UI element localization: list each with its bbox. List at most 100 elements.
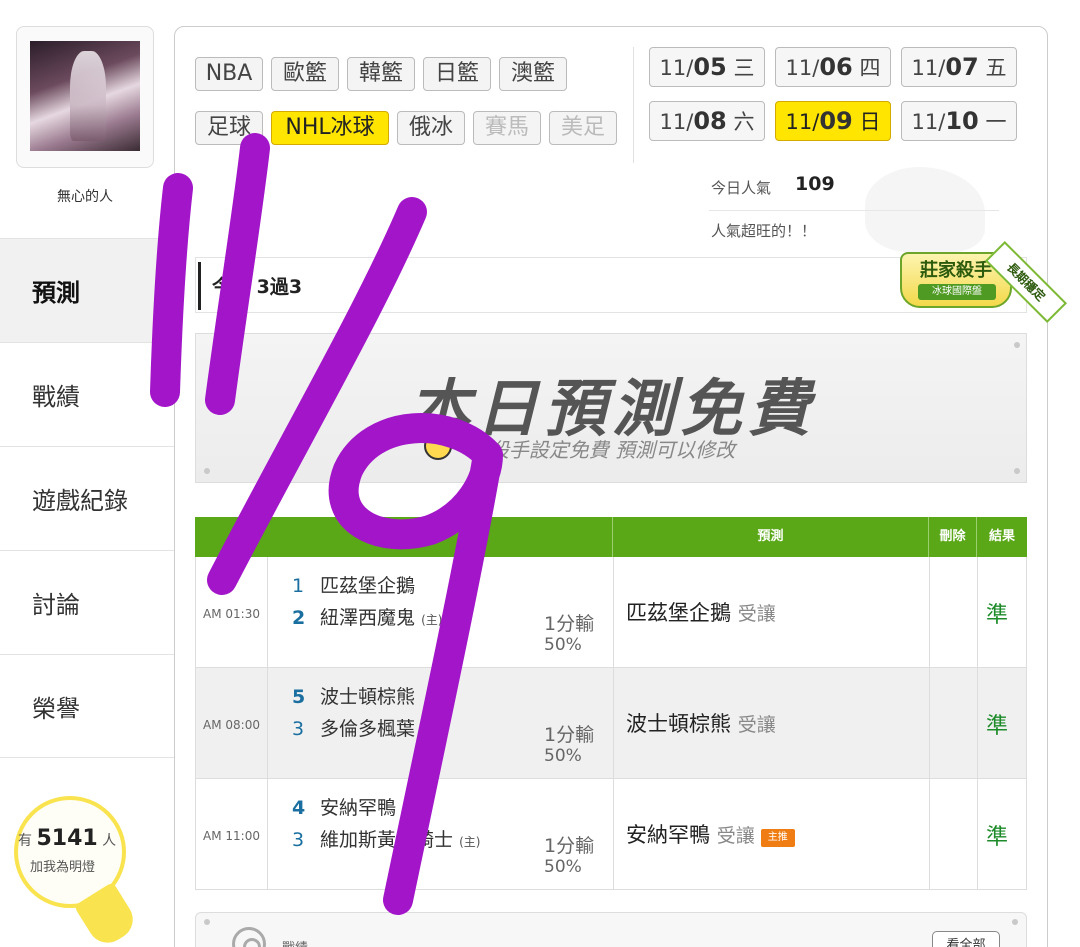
home-rotation: 3	[292, 718, 305, 740]
date-weekday: 五	[985, 56, 1007, 80]
date-day: 10	[945, 107, 979, 135]
tab-american-football[interactable]: 美足	[549, 111, 617, 145]
date-month: 11/	[785, 56, 820, 80]
date-11-05[interactable]: 11/05 三	[649, 47, 765, 87]
target-icon	[232, 927, 266, 947]
time-cell: AM 08:00	[196, 668, 268, 778]
table-row: AM 08:00 5 波士頓棕熊 3 多倫多楓葉 (主) 1分輸 50% 波士頓棕熊…	[195, 668, 1027, 779]
tab-soccer[interactable]: 足球	[195, 111, 263, 145]
delete-cell[interactable]	[930, 779, 978, 889]
date-weekday: 六	[733, 110, 755, 134]
result-value: 準	[986, 714, 1009, 739]
result-value: 準	[986, 825, 1009, 850]
home-rotation: 2	[292, 607, 306, 629]
fans-count: 有 5141 人	[18, 826, 138, 851]
tab-nba[interactable]: NBA	[195, 57, 263, 91]
tab-korea-basketball[interactable]: 韓籃	[347, 57, 415, 91]
home-name: 多倫多楓葉	[320, 718, 416, 740]
rivet-icon	[1014, 342, 1020, 348]
column-result: 結果	[988, 529, 1015, 544]
away-name: 匹茲堡企鵝	[320, 575, 416, 597]
record-marker	[198, 262, 201, 310]
result-cell: 準	[978, 668, 1028, 778]
home-name: 紐澤西魔鬼	[320, 607, 416, 629]
delete-cell[interactable]	[930, 557, 978, 667]
featured-pick-badge: 主推	[760, 829, 795, 847]
result-cell: 準	[978, 557, 1028, 667]
follow-cta[interactable]: 加我為明燈	[30, 856, 95, 875]
date-weekday: 三	[733, 56, 755, 80]
tab-euro-basketball[interactable]: 歐籃	[271, 57, 339, 91]
home-mark: (主)	[421, 613, 443, 627]
see-all-button[interactable]: 看全部	[932, 931, 1000, 947]
date-11-06[interactable]: 11/06 四	[775, 47, 891, 87]
tab-horse-racing[interactable]: 賽馬	[473, 111, 541, 145]
fans-number: 5141	[36, 826, 98, 851]
match-cell: 5 波士頓棕熊 3 多倫多楓葉 (主) 1分輸 50%	[268, 668, 614, 778]
today-record: 今日 3過3	[212, 276, 303, 298]
date-month: 11/	[785, 110, 820, 134]
away-rotation: 1	[292, 575, 305, 597]
odds-percent: 50%	[544, 746, 582, 766]
away-team: 4 安納罕鴨	[292, 793, 396, 820]
prediction: 安納罕鴨 受讓 主推	[626, 819, 795, 849]
record-summary-box: 戰績 看全部	[195, 912, 1027, 947]
sidebar-item-prediction[interactable]: 預測	[0, 238, 175, 342]
date-day: 08	[693, 107, 727, 135]
badge-subtitle: 冰球國際盤	[918, 284, 996, 300]
away-name: 波士頓棕熊	[320, 686, 416, 708]
tab-nhl-hockey[interactable]: NHL冰球	[271, 111, 389, 145]
prediction-table-header: 國際盤賽事 預測 刪除 結果	[195, 517, 1027, 557]
pick-type: 受讓	[737, 603, 776, 625]
avatar-frame[interactable]	[16, 26, 154, 168]
tab-aus-basketball[interactable]: 澳籃	[499, 57, 567, 91]
pick-team: 匹茲堡企鵝	[626, 601, 731, 625]
date-11-07[interactable]: 11/07 五	[901, 47, 1017, 87]
prediction: 波士頓棕熊 受讓	[626, 708, 776, 738]
away-team: 1 匹茲堡企鵝	[292, 571, 415, 598]
prediction-cell: 匹茲堡企鵝 受讓	[614, 557, 930, 667]
match-cell: 1 匹茲堡企鵝 2 紐澤西魔鬼 (主) 1分輸 50%	[268, 557, 614, 667]
avatar[interactable]	[30, 41, 140, 151]
delete-cell[interactable]	[930, 668, 978, 778]
prediction-cell: 安納罕鴨 受讓 主推	[614, 779, 930, 889]
game-time: AM 11:00	[203, 829, 260, 843]
popularity-value: 109	[795, 173, 835, 195]
column-prediction: 預測	[613, 517, 929, 557]
sidebar-item-game-log[interactable]: 遊戲紀錄	[0, 446, 175, 550]
rivet-icon	[204, 919, 210, 925]
date-day: 09	[819, 107, 853, 135]
sidebar-item-discussion[interactable]: 討論	[0, 550, 175, 654]
tab-japan-basketball[interactable]: 日籃	[423, 57, 491, 91]
date-month: 11/	[911, 56, 946, 80]
sidebar-item-honor[interactable]: 榮譽	[0, 654, 175, 758]
date-day: 05	[693, 53, 727, 81]
table-row: AM 11:00 4 安納罕鴨 3 維加斯黃金騎士 (主) 1分輸 50% 安納罕鴨…	[195, 779, 1027, 890]
column-delete: 刪除	[929, 517, 977, 557]
username[interactable]: 無心的人	[0, 186, 170, 206]
match-cell: 4 安納罕鴨 3 維加斯黃金騎士 (主) 1分輸 50%	[268, 779, 614, 889]
date-month: 11/	[911, 110, 946, 134]
home-mark: (主)	[421, 724, 443, 738]
popularity-note: 人氣超旺的！！	[711, 222, 817, 240]
date-11-09[interactable]: 11/09 日	[775, 101, 891, 141]
pick-team: 安納罕鴨	[626, 823, 710, 847]
home-name: 維加斯黃金騎士	[320, 829, 454, 851]
sidebar-item-record[interactable]: 戰績	[0, 342, 175, 446]
date-day: 07	[945, 53, 979, 81]
rivet-icon	[1014, 468, 1020, 474]
main-panel: NBA 歐籃 韓籃 日籃 澳籃 足球 NHL冰球 俄冰 賽馬 美足 11/05 …	[174, 26, 1068, 947]
tab-russia-hockey[interactable]: 俄冰	[397, 111, 465, 145]
prediction-cell: 波士頓棕熊 受讓	[614, 668, 930, 778]
date-11-10[interactable]: 11/10 一	[901, 101, 1017, 141]
date-weekday: 一	[985, 110, 1007, 134]
fans-suffix: 人	[102, 833, 117, 849]
away-rotation: 4	[292, 797, 306, 819]
date-month: 11/	[659, 56, 694, 80]
today-record-bar: 今日 3過3 莊家殺手 冰球國際盤 長期穩定	[195, 240, 1068, 324]
pick-team: 波士頓棕熊	[626, 712, 731, 736]
date-11-08[interactable]: 11/08 六	[649, 101, 765, 141]
home-team: 3 多倫多楓葉 (主)	[292, 714, 442, 741]
game-time: AM 01:30	[203, 607, 260, 621]
date-weekday: 四	[859, 56, 881, 80]
